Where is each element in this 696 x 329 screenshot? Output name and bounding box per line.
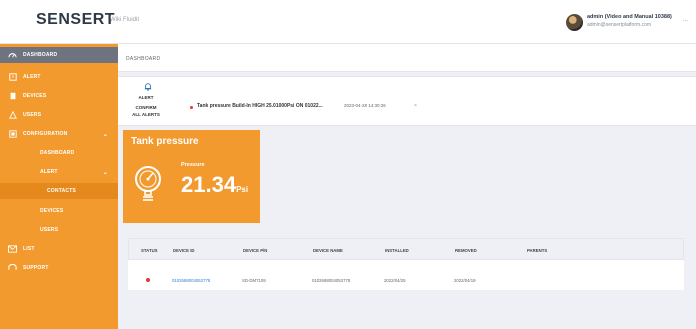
sidebar-subitem-alert[interactable]: ALERT ⌄	[0, 164, 118, 180]
device-icon	[8, 92, 17, 101]
dashboard-icon	[8, 51, 17, 60]
alert-message[interactable]: Tank pressure Build-In HIGH 25.01000Psi …	[197, 103, 323, 109]
sidebar-item-label: DASHBOARD	[23, 52, 58, 58]
top-bar: SENSERT Wiki Fluidit admin (Video and Ma…	[0, 0, 696, 44]
logo[interactable]: SENSERT	[36, 11, 115, 29]
sidebar-subitem-dashboard[interactable]: DASHBOARD	[0, 145, 118, 161]
config-icon	[8, 130, 17, 139]
device-pn: SD-DM7109	[242, 278, 266, 283]
sidebar-item-label: DASHBOARD	[40, 150, 75, 156]
sidebar-item-users[interactable]: USERS	[0, 107, 118, 123]
breadcrumb[interactable]: DASHBOARD	[126, 56, 160, 62]
user-menu-icon[interactable]: ...	[683, 17, 688, 23]
tank-pressure-widget[interactable]: Tank pressure Pressure 21.34Psi	[123, 130, 260, 223]
chevron-down-icon: ⌄	[102, 169, 108, 176]
column-header[interactable]: REMOVED	[455, 248, 477, 253]
sidebar-item-alert[interactable]: ALERT	[0, 69, 118, 85]
column-header[interactable]: DEVICE P/N	[243, 248, 267, 253]
sidebar-item-label: CONFIGURATION	[23, 131, 68, 137]
breadcrumb-bar: DASHBOARD	[118, 44, 696, 72]
site-name: Wiki Fluidit	[110, 17, 140, 23]
sidebar-item-configuration[interactable]: CONFIGURATION ⌄	[0, 126, 118, 142]
column-header[interactable]: PARENTS	[527, 248, 547, 253]
alert-bar: ALERT CONFIRM ALL ALERTS Tank pressure B…	[118, 76, 696, 126]
bell-icon	[144, 83, 152, 91]
column-header[interactable]: STATUS	[141, 248, 158, 253]
device-name: 0102688004053778	[312, 278, 351, 283]
column-header[interactable]: DEVICE ID	[173, 248, 195, 253]
sidebar-subitem-devices[interactable]: DEVICES	[0, 203, 118, 219]
user-email: admin@sensertplatform.com	[587, 22, 651, 28]
sidebar-item-label: DEVICES	[40, 208, 64, 214]
avatar[interactable]	[566, 14, 583, 31]
pressure-value: 21.34	[181, 172, 237, 197]
table-header: STATUS DEVICE ID DEVICE P/N DEVICE NAME …	[128, 238, 684, 260]
alert-label: ALERT	[138, 95, 154, 100]
widget-value: 21.34Psi	[181, 172, 248, 198]
alert-timestamp: 2023-04-28 14:30:26	[344, 103, 386, 108]
installed-date: 2022/04/25	[384, 278, 406, 283]
device-id-link[interactable]: 0102688004053778	[172, 278, 210, 283]
sidebar-item-label: USERS	[23, 112, 42, 118]
support-icon	[8, 264, 17, 273]
sidebar-item-label: USERS	[40, 227, 59, 233]
sidebar-item-label: CONTACTS	[47, 188, 77, 194]
pressure-unit: Psi	[236, 185, 249, 194]
confirm-label: CONFIRM ALL ALERTS	[118, 104, 174, 118]
widget-label: Pressure	[181, 162, 205, 168]
sidebar-item-label: LIST	[23, 246, 35, 252]
status-alarm-dot	[146, 278, 150, 282]
sidebar-item-label: DEVICES	[23, 93, 47, 99]
confirm-alerts-button[interactable]: ALERT CONFIRM ALL ALERTS	[118, 77, 174, 127]
close-icon[interactable]: ×	[414, 103, 417, 109]
sidebar: DASHBOARD ALERT DEVICES USERS CONFIGURAT…	[0, 44, 118, 329]
widget-title: Tank pressure	[131, 136, 199, 147]
sidebar-item-label: SUPPORT	[23, 265, 49, 271]
pressure-gauge-icon	[135, 166, 161, 201]
column-header[interactable]: DEVICE NAME	[313, 248, 343, 253]
sidebar-subitem-contacts[interactable]: CONTACTS	[0, 183, 118, 199]
removed-date: 2022/04/19	[454, 278, 476, 283]
alert-icon	[8, 73, 17, 82]
mail-icon	[8, 245, 17, 254]
sidebar-item-devices[interactable]: DEVICES	[0, 88, 118, 104]
column-header[interactable]: INSTALLED	[385, 248, 409, 253]
confirm-line-2: ALL ALERTS	[132, 112, 160, 117]
confirm-line-1: CONFIRM	[135, 105, 157, 110]
alert-status-dot	[190, 106, 193, 109]
sidebar-item-label: ALERT	[23, 74, 41, 80]
sidebar-item-list[interactable]: LIST	[0, 241, 118, 257]
device-table: STATUS DEVICE ID DEVICE P/N DEVICE NAME …	[128, 238, 684, 290]
user-name[interactable]: admin (Video and Manual 10388)	[587, 14, 672, 20]
sidebar-subitem-users[interactable]: USERS	[0, 222, 118, 238]
users-icon	[8, 111, 17, 120]
chevron-down-icon: ⌄	[102, 131, 108, 138]
sidebar-item-support[interactable]: SUPPORT	[0, 260, 118, 276]
sidebar-item-label: ALERT	[40, 169, 58, 175]
sidebar-item-dashboard[interactable]: DASHBOARD	[0, 47, 118, 63]
